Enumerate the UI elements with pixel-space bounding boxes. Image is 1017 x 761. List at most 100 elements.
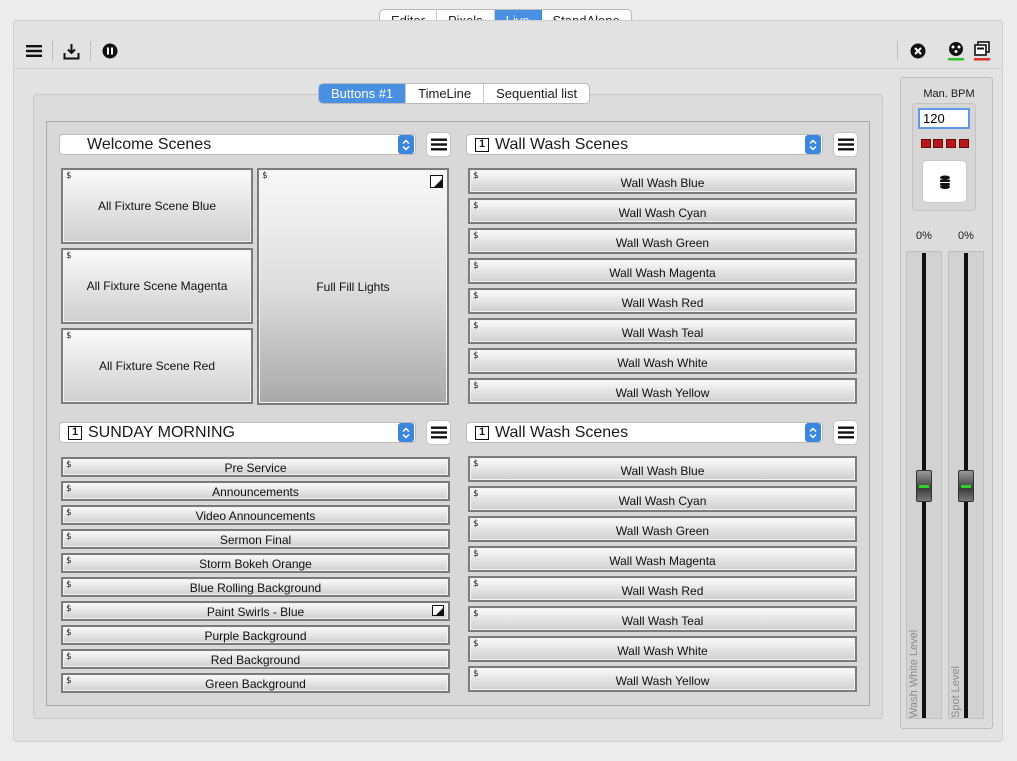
scene-button[interactable]: $ Wall Wash Red: [468, 288, 857, 314]
scene-list-menu-button[interactable]: [426, 132, 451, 157]
dollar-marker: $: [66, 331, 72, 341]
scene-button[interactable]: $ Wall Wash Yellow: [468, 378, 857, 404]
scene-button[interactable]: $ Wall Wash Red: [468, 576, 857, 602]
bpm-title: Man. BPM: [923, 88, 975, 100]
dollar-marker: $: [66, 484, 72, 494]
dollar-marker: $: [473, 639, 479, 649]
dollar-marker: $: [473, 579, 479, 589]
scene-button[interactable]: $ Wall Wash Teal: [468, 606, 857, 632]
scene-button[interactable]: $ Wall Wash Green: [468, 228, 857, 254]
tap-tempo-button[interactable]: [922, 160, 967, 203]
dollar-marker: $: [66, 676, 72, 686]
scene-list-menu-button[interactable]: [833, 132, 858, 157]
scene-button-label: Wall Wash Red: [621, 295, 704, 310]
tab-timeline[interactable]: TimeLine: [406, 84, 485, 103]
dollar-marker: $: [473, 609, 479, 619]
scene-button[interactable]: $ Wall Wash Cyan: [468, 486, 857, 512]
scene-list-title: Wall Wash Scenes: [495, 423, 629, 441]
tap-tempo-icon: [939, 175, 950, 189]
fader-label: Spot Level: [950, 666, 962, 718]
scene-list-menu-button[interactable]: [426, 420, 451, 445]
scene-button-label: Wall Wash Cyan: [618, 493, 707, 508]
chevron-updown-icon: [805, 423, 821, 442]
list-number-badge: 1: [475, 137, 489, 152]
scene-button[interactable]: $ Wall Wash Teal: [468, 318, 857, 344]
scene-button[interactable]: $ Wall Wash Cyan: [468, 198, 857, 224]
scene-list-select-bottom-right[interactable]: 1 Wall Wash Scenes: [466, 422, 823, 443]
scene-button-label: Wall Wash Cyan: [618, 205, 707, 220]
scene-button[interactable]: $ Wall Wash Blue: [468, 456, 857, 482]
scene-button-label: All Fixture Scene Red: [98, 359, 216, 373]
scene-button-label: Wall Wash Teal: [621, 325, 704, 340]
tab-sequential-list[interactable]: Sequential list: [484, 84, 589, 103]
windows-icon[interactable]: [972, 41, 992, 61]
scene-button[interactable]: $ Wall Wash Magenta: [468, 546, 857, 572]
scene-button-label: Wall Wash Green: [615, 523, 710, 538]
beat-led: [959, 139, 969, 148]
scene-list-select-top-right[interactable]: 1 Wall Wash Scenes: [466, 134, 823, 155]
scene-button-label: Wall Wash Teal: [621, 613, 704, 628]
list-number-badge: 1: [475, 425, 489, 440]
scene-button[interactable]: $ Wall Wash Yellow: [468, 666, 857, 692]
fader-knob-wash-white[interactable]: [916, 469, 932, 502]
scene-button[interactable]: $ Purple Background: [61, 625, 450, 645]
dollar-marker: $: [473, 261, 479, 271]
scene-button[interactable]: $ Red Background: [61, 649, 450, 669]
fader-knob-spot[interactable]: [958, 469, 974, 502]
chevron-updown-icon: [398, 135, 414, 154]
dollar-marker: $: [473, 171, 479, 181]
scene-list-title: SUNDAY MORNING: [88, 423, 235, 441]
scene-button[interactable]: $ Blue Rolling Background: [61, 577, 450, 597]
scene-button-label: All Fixture Scene Blue: [97, 199, 217, 213]
scene-button-label: Paint Swirls - Blue: [206, 605, 305, 619]
scene-list-select-top-left[interactable]: Welcome Scenes: [59, 134, 416, 155]
scene-button-label: Wall Wash Yellow: [615, 385, 710, 400]
dollar-marker: $: [66, 628, 72, 638]
menu-icon[interactable]: [24, 41, 44, 61]
dollar-marker: $: [473, 519, 479, 529]
pause-icon[interactable]: [100, 41, 120, 61]
scene-button-label: Wall Wash Green: [615, 235, 710, 250]
dollar-marker: $: [473, 669, 479, 679]
export-icon[interactable]: [61, 41, 81, 61]
scene-button-label: Wall Wash White: [617, 643, 708, 658]
menu-icon: [837, 138, 854, 151]
dollar-marker: $: [66, 652, 72, 662]
scene-button[interactable]: $ Green Background: [61, 673, 450, 693]
scene-list-select-bottom-left[interactable]: 1 SUNDAY MORNING: [59, 422, 416, 443]
scene-button[interactable]: $ Video Announcements: [61, 505, 450, 525]
scene-button[interactable]: $ Pre Service: [61, 457, 450, 477]
scene-button[interactable]: $ All Fixture Scene Red: [61, 328, 253, 404]
scene-button[interactable]: $ Wall Wash White: [468, 636, 857, 662]
dollar-marker: $: [473, 291, 479, 301]
dollar-marker: $: [473, 489, 479, 499]
dollar-marker: $: [473, 201, 479, 211]
scene-button[interactable]: $ All Fixture Scene Blue: [61, 168, 253, 244]
scene-button[interactable]: $ Wall Wash Magenta: [468, 258, 857, 284]
list-number-badge: 1: [68, 425, 82, 440]
scene-button[interactable]: $ Wall Wash Blue: [468, 168, 857, 194]
tab-buttons-1[interactable]: Buttons #1: [319, 84, 407, 103]
chevron-updown-icon: [805, 135, 821, 154]
dollar-marker: $: [262, 171, 268, 181]
close-icon[interactable]: [908, 41, 928, 61]
fader-label: Wash White Level: [908, 629, 920, 718]
resize-corner-icon: [430, 175, 443, 188]
bpm-input[interactable]: [918, 108, 970, 129]
scene-button-label: Full Fill Lights: [316, 279, 390, 294]
scene-button[interactable]: $ Announcements: [61, 481, 450, 501]
scene-button[interactable]: $ All Fixture Scene Magenta: [61, 248, 253, 324]
scene-button[interactable]: $ Storm Bokeh Orange: [61, 553, 450, 573]
scene-button-label: Blue Rolling Background: [189, 581, 322, 595]
menu-icon: [430, 138, 447, 151]
menu-icon: [430, 426, 447, 439]
scene-list-menu-button[interactable]: [833, 420, 858, 445]
dollar-marker: $: [66, 251, 72, 261]
scene-button[interactable]: $ Sermon Final: [61, 529, 450, 549]
scene-button[interactable]: $ Wall Wash Green: [468, 516, 857, 542]
scene-button[interactable]: $ Wall Wash White: [468, 348, 857, 374]
scene-button[interactable]: $ Paint Swirls - Blue: [61, 601, 450, 621]
dmx-icon[interactable]: [946, 41, 966, 61]
fader-percent: 0%: [958, 230, 974, 242]
scene-button-full-fill[interactable]: $ Full Fill Lights: [257, 168, 449, 405]
